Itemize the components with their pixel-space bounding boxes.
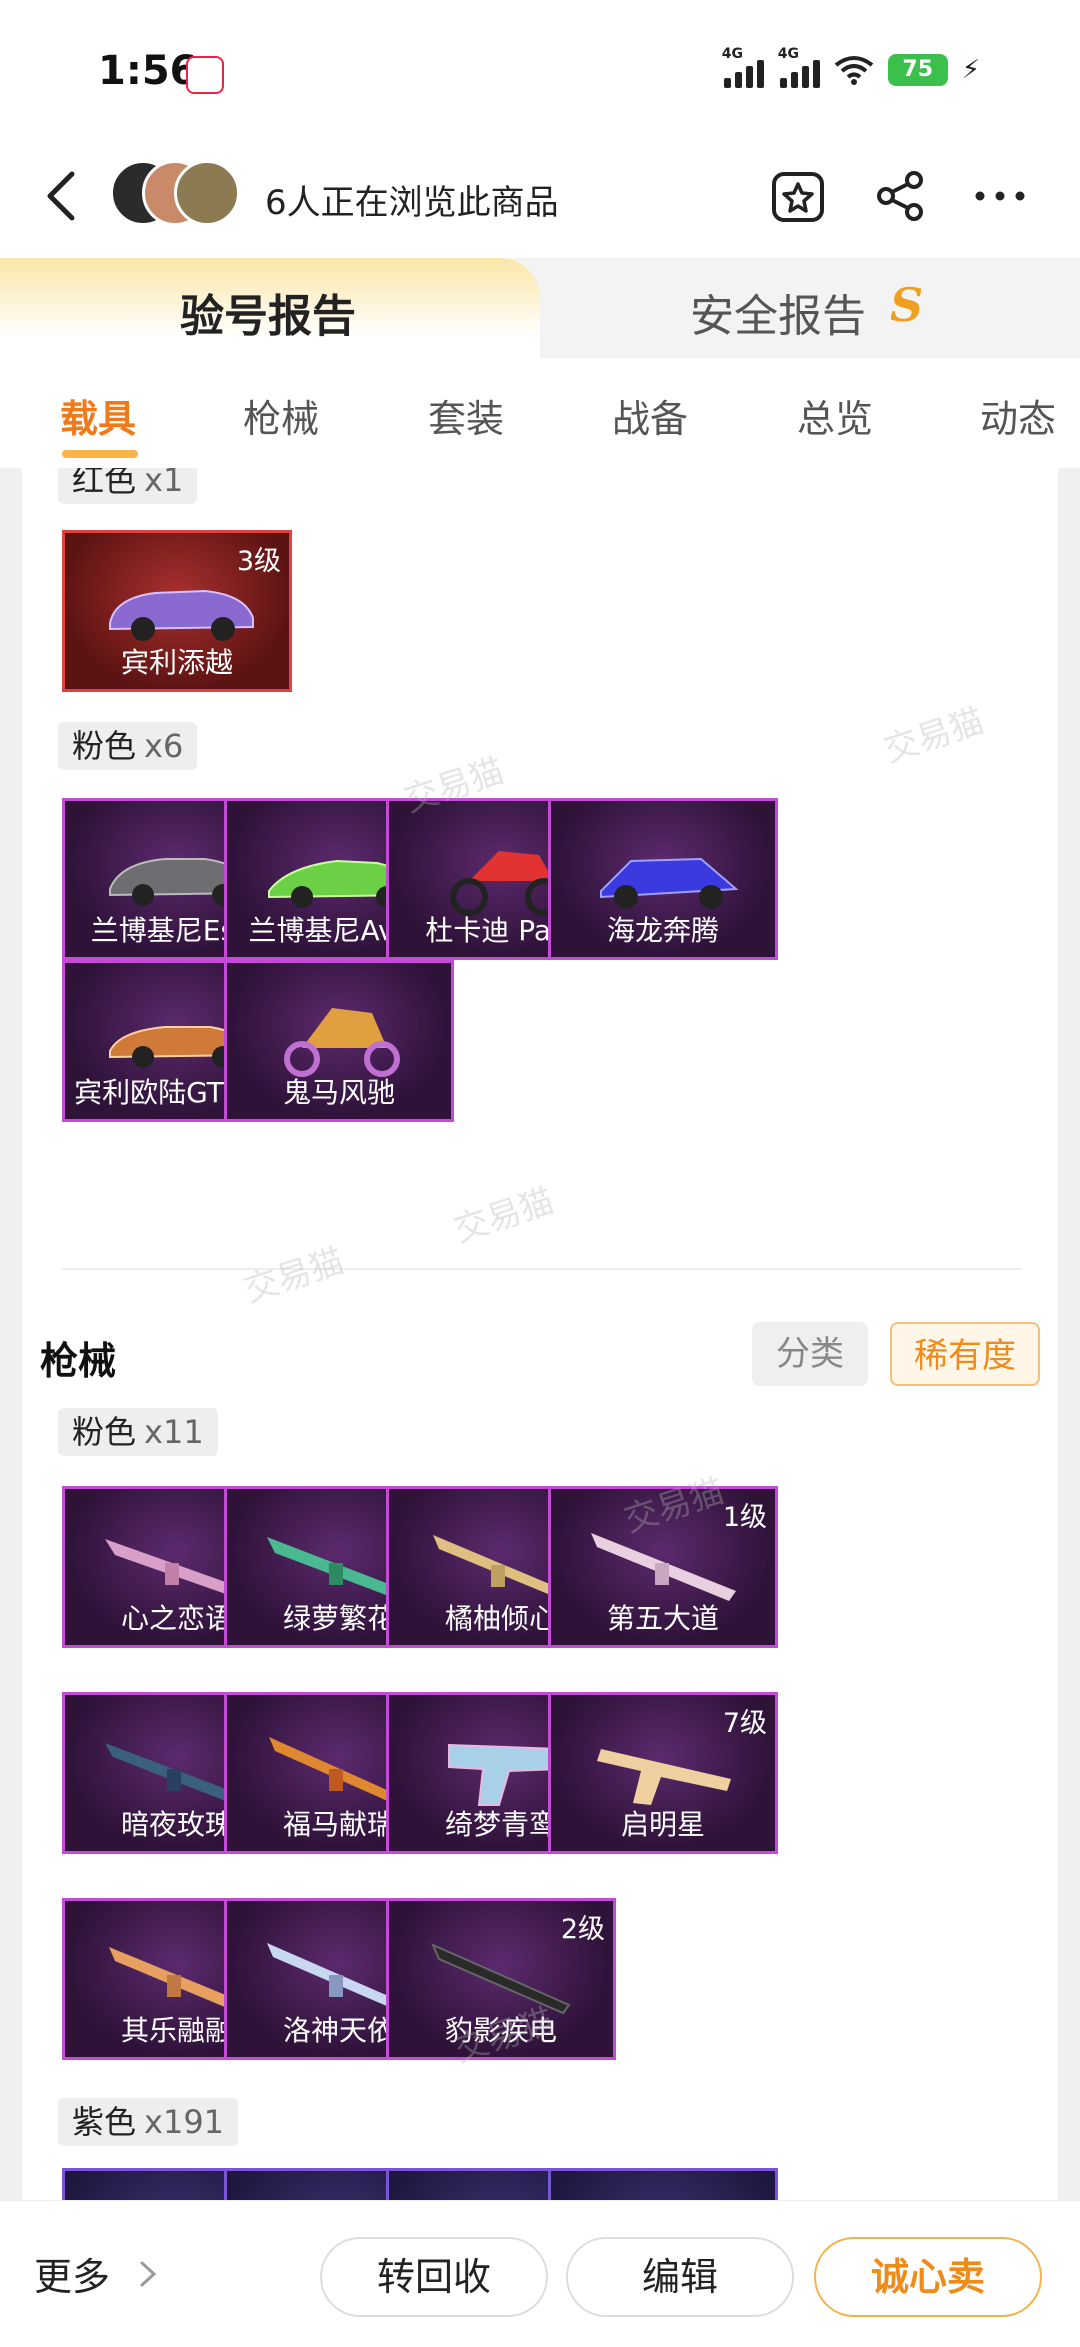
security-s-badge-icon: S xyxy=(890,278,924,332)
rarity-tag-purple: 紫色 x191 xyxy=(58,2098,239,2146)
more-button[interactable]: 更多 xyxy=(34,2246,110,2301)
gun-item[interactable]: 1级 第五大道 xyxy=(548,1486,778,1648)
rarity-count: x191 xyxy=(144,2103,225,2141)
category-tabs: 载具 枪械 套装 战备 总览 动态 xyxy=(0,358,1080,468)
viewer-count-text: 6人正在浏览此商品 xyxy=(265,183,559,223)
avatar xyxy=(174,160,240,226)
status-indicators: 4G 4G 75 ⚡ xyxy=(722,46,980,88)
tab-gear[interactable]: 战备 xyxy=(612,388,688,443)
network-type-label: 4G xyxy=(721,46,743,62)
rarity-tag-pink: 粉色 x11 xyxy=(58,1408,218,1456)
cell-signal-icon-2: 4G xyxy=(778,46,820,88)
tab-inspection-report[interactable]: 验号报告 xyxy=(0,258,540,358)
battery-icon: 75 xyxy=(887,54,948,86)
network-type-label-2: 4G xyxy=(777,46,799,62)
wifi-icon xyxy=(834,56,873,85)
back-arrow-icon[interactable] xyxy=(40,168,90,224)
charging-icon: ⚡ xyxy=(961,55,980,85)
sort-by-category-button[interactable]: 分类 xyxy=(752,1322,868,1386)
item-name: 海龙奔腾 xyxy=(606,914,719,947)
rarity-label: 粉色 xyxy=(72,727,137,765)
gun-item[interactable]: 7级 启明星 xyxy=(548,1692,778,1854)
content-card: 红色 x1 3级 宾利添越 粉色 x6 兰博基尼Esto 兰博基尼Aven 杜卡迪 … xyxy=(22,468,1058,2200)
watermark: 交易猫 xyxy=(239,1241,349,1311)
sell-button[interactable]: 诚心卖 xyxy=(814,2237,1042,2317)
tab-label: 安全报告 xyxy=(690,291,866,342)
item-name: 宾利添越 xyxy=(120,646,233,679)
watermark: 交易猫 xyxy=(449,1181,559,1251)
cell-signal-icon: 4G xyxy=(722,46,764,88)
rarity-count: x1 xyxy=(144,468,184,499)
item-level: 3级 xyxy=(236,546,281,577)
edit-button[interactable]: 编辑 xyxy=(566,2237,794,2317)
motorcycle-icon xyxy=(284,1008,400,1077)
recycle-button[interactable]: 转回收 xyxy=(320,2237,548,2317)
vehicle-item[interactable]: 鬼马风驰 xyxy=(224,960,454,1122)
viewer-avatars xyxy=(110,160,250,230)
rarity-label: 紫色 xyxy=(72,2103,137,2141)
bottom-action-bar: 更多 转回收 编辑 诚心卖 xyxy=(0,2200,1080,2347)
car-icon xyxy=(600,857,739,909)
vehicle-item[interactable]: 3级 宾利添越 xyxy=(62,530,292,692)
watermark: 交易猫 xyxy=(879,701,989,771)
vehicle-item[interactable]: 海龙奔腾 xyxy=(548,798,778,960)
rarity-tag-red: 红色 x1 xyxy=(58,468,198,504)
tab-security-report[interactable]: 安全报告 S xyxy=(540,258,1080,358)
status-bar: 1:56 4G 4G 75 ⚡ xyxy=(0,0,1080,140)
rarity-tag-pink: 粉色 x6 xyxy=(58,722,198,770)
share-icon[interactable] xyxy=(870,166,930,226)
top-nav: 6人正在浏览此商品 xyxy=(0,140,1080,250)
sort-by-rarity-button[interactable]: 稀有度 xyxy=(890,1322,1040,1386)
item-name: 豹影疾电 xyxy=(444,2014,557,2047)
section-title-guns: 枪械 xyxy=(40,1339,117,1383)
active-tab-indicator xyxy=(62,450,138,458)
rarity-label: 红色 xyxy=(72,468,137,499)
app-notification-icon xyxy=(186,56,224,94)
item-level: 7级 xyxy=(722,1708,767,1739)
rarity-count: x6 xyxy=(144,727,184,765)
tab-overview[interactable]: 总览 xyxy=(797,388,873,443)
more-options-icon[interactable] xyxy=(970,166,1030,226)
rarity-count: x11 xyxy=(144,1413,204,1451)
item-name: 启明星 xyxy=(620,1808,705,1841)
item-level: 1级 xyxy=(722,1502,767,1533)
report-tabs: 验号报告 安全报告 S xyxy=(0,258,1080,358)
tab-guns[interactable]: 枪械 xyxy=(243,388,319,443)
section-divider xyxy=(62,1268,1022,1270)
item-name: 鬼马风驰 xyxy=(282,1076,395,1109)
chevron-right-icon[interactable] xyxy=(138,2259,158,2289)
item-name: 第五大道 xyxy=(606,1602,719,1635)
gun-item[interactable]: 2级 豹影疾电 xyxy=(386,1898,616,2060)
report-content[interactable]: 红色 x1 3级 宾利添越 粉色 x6 兰博基尼Esto 兰博基尼Aven 杜卡迪 … xyxy=(0,468,1080,2200)
status-time: 1:56 xyxy=(98,48,198,94)
item-level: 2级 xyxy=(560,1914,605,1945)
rarity-label: 粉色 xyxy=(72,1413,137,1451)
tab-label: 验号报告 xyxy=(180,291,356,342)
gun-item[interactable] xyxy=(548,2168,778,2200)
tab-vehicles[interactable]: 载具 xyxy=(60,388,136,443)
tab-activity[interactable]: 动态 xyxy=(980,388,1056,443)
favorite-star-icon[interactable] xyxy=(768,166,828,226)
tab-outfits[interactable]: 套装 xyxy=(428,388,504,443)
